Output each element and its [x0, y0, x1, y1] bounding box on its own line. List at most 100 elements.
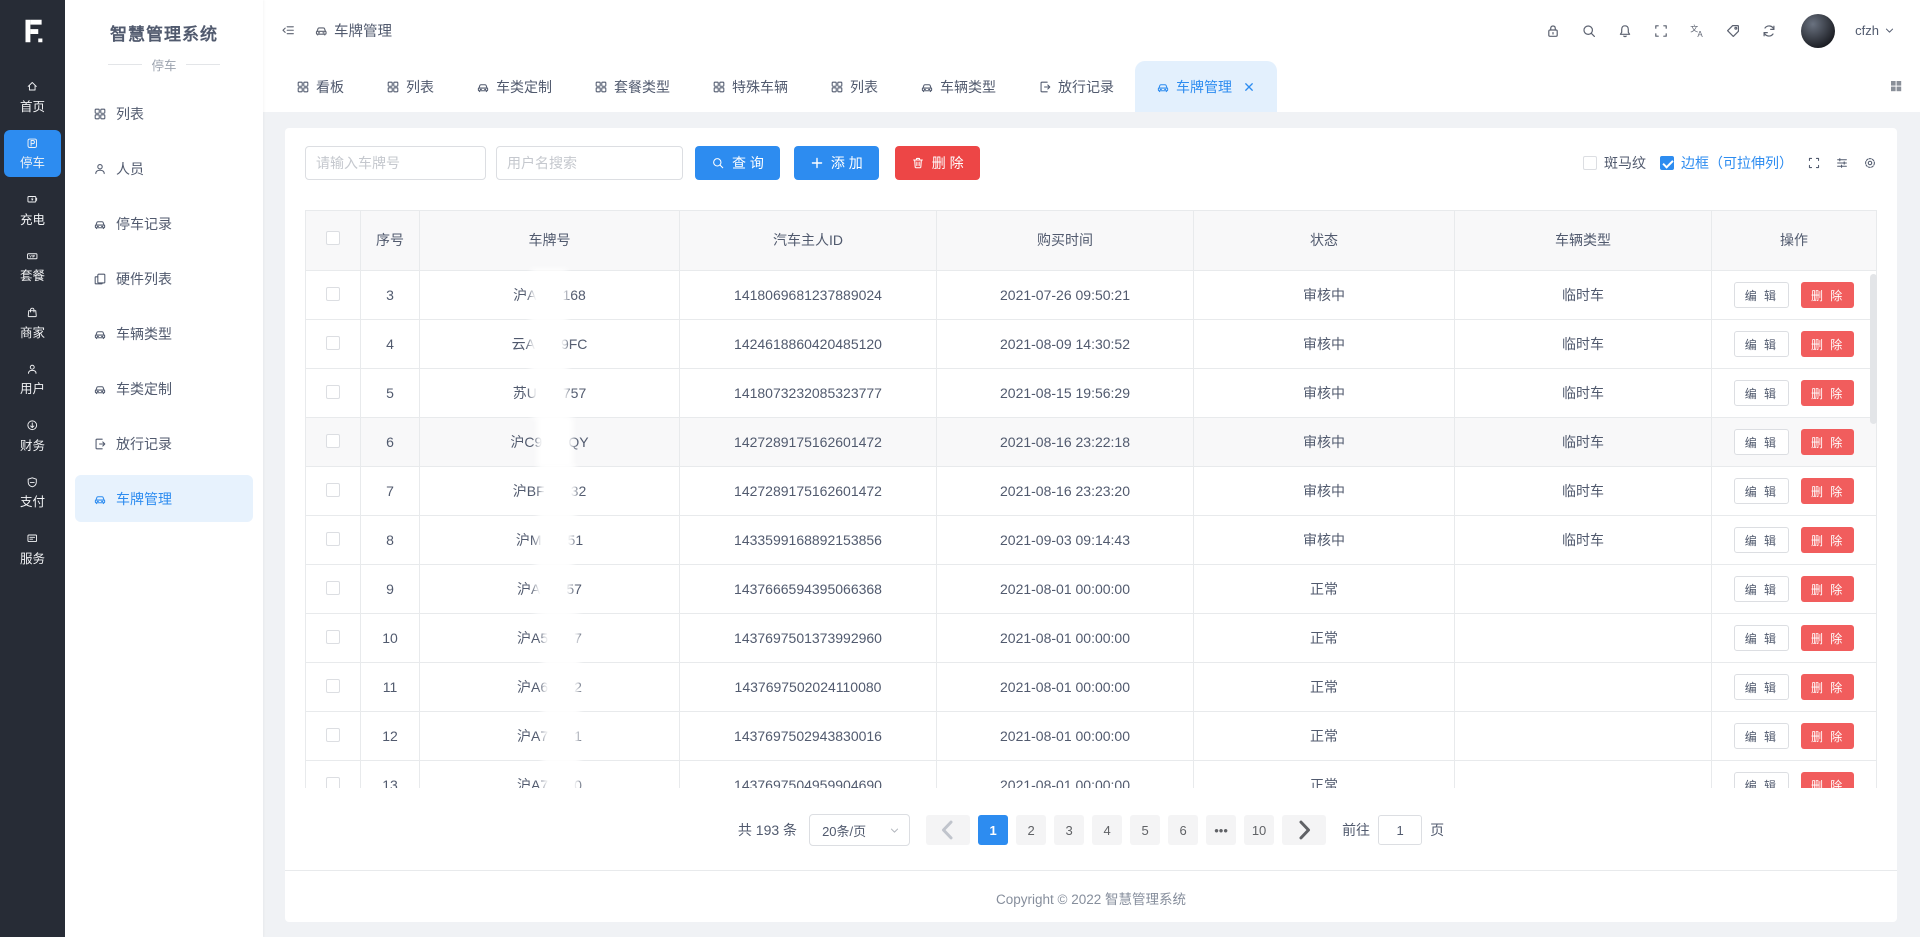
app-logo[interactable]: [0, 0, 65, 61]
edit-button[interactable]: 编 辑: [1734, 331, 1789, 357]
rail-item-parking[interactable]: 停车: [4, 130, 61, 178]
tab-layout-grid-icon[interactable]: [1888, 78, 1904, 99]
fullscreen-icon[interactable]: [1807, 156, 1821, 170]
edit-button[interactable]: 编 辑: [1734, 625, 1789, 651]
table-row: 6 沪C9QY 1427289175162601472 2021-08-16 2…: [306, 418, 1877, 467]
delete-button[interactable]: 删 除: [895, 146, 980, 180]
close-icon[interactable]: [1238, 80, 1256, 94]
page-button-5[interactable]: 5: [1130, 815, 1160, 845]
lock-icon[interactable]: [1545, 23, 1561, 39]
sidebar-item-vehicle-types[interactable]: 车辆类型: [65, 306, 263, 361]
edit-button[interactable]: 编 辑: [1734, 282, 1789, 308]
row-checkbox[interactable]: [326, 532, 340, 546]
row-checkbox[interactable]: [326, 483, 340, 497]
page-button-10[interactable]: 10: [1244, 815, 1274, 845]
row-checkbox[interactable]: [326, 287, 340, 301]
row-delete-button[interactable]: 删 除: [1801, 576, 1854, 602]
row-checkbox[interactable]: [326, 679, 340, 693]
prev-page-button[interactable]: [926, 815, 970, 845]
edit-button[interactable]: 编 辑: [1734, 723, 1789, 749]
tab-list-2[interactable]: 列表: [809, 61, 899, 112]
next-page-button[interactable]: [1282, 815, 1326, 845]
edit-button[interactable]: 编 辑: [1734, 674, 1789, 700]
row-delete-button[interactable]: 删 除: [1801, 625, 1854, 651]
tab-special-vehicles[interactable]: 特殊车辆: [691, 61, 809, 112]
rail-item-service[interactable]: 服务: [4, 525, 61, 573]
row-delete-button[interactable]: 删 除: [1801, 723, 1854, 749]
row-delete-button[interactable]: 删 除: [1801, 478, 1854, 504]
row-delete-button[interactable]: 删 除: [1801, 331, 1854, 357]
tab-dashboard[interactable]: 看板: [275, 61, 365, 112]
collapse-menu-icon[interactable]: [281, 23, 296, 38]
sidebar-item-plate-manage[interactable]: 车牌管理: [75, 475, 253, 522]
row-checkbox[interactable]: [326, 434, 340, 448]
edit-button[interactable]: 编 辑: [1734, 429, 1789, 455]
rail-item-finance[interactable]: 财务: [4, 412, 61, 460]
table-scrollbar-thumb[interactable]: [1870, 274, 1877, 424]
row-delete-button[interactable]: 删 除: [1801, 772, 1854, 788]
select-all-checkbox[interactable]: [326, 231, 340, 245]
add-button[interactable]: 添 加: [794, 146, 879, 180]
border-checkbox-box[interactable]: [1660, 156, 1674, 170]
rail-item-home[interactable]: 首页: [4, 73, 61, 121]
page-button-1[interactable]: 1: [978, 815, 1008, 845]
goto-page-input[interactable]: [1378, 815, 1422, 845]
row-delete-button[interactable]: 删 除: [1801, 429, 1854, 455]
row-delete-button[interactable]: 删 除: [1801, 674, 1854, 700]
tab-plate-manage[interactable]: 车牌管理: [1135, 61, 1277, 112]
row-checkbox[interactable]: [326, 728, 340, 742]
sidebar-item-staff[interactable]: 人员: [65, 141, 263, 196]
edit-button[interactable]: 编 辑: [1734, 772, 1789, 788]
rail-item-charge[interactable]: 充电: [4, 186, 61, 234]
fullscreen-icon[interactable]: [1653, 23, 1669, 39]
row-checkbox[interactable]: [326, 630, 340, 644]
edit-button[interactable]: 编 辑: [1734, 576, 1789, 602]
row-checkbox[interactable]: [326, 777, 340, 789]
search-icon[interactable]: [1581, 23, 1597, 39]
avatar[interactable]: [1801, 14, 1835, 48]
page-button-3[interactable]: 3: [1054, 815, 1084, 845]
tab-vehicle-types[interactable]: 车辆类型: [899, 61, 1017, 112]
edit-button[interactable]: 编 辑: [1734, 478, 1789, 504]
tab-package-types[interactable]: 套餐类型: [573, 61, 691, 112]
row-delete-button[interactable]: 删 除: [1801, 527, 1854, 553]
translate-icon[interactable]: 文A: [1689, 23, 1705, 39]
edit-button[interactable]: 编 辑: [1734, 527, 1789, 553]
page-button-6[interactable]: 6: [1168, 815, 1198, 845]
query-button[interactable]: 查 询: [695, 146, 780, 180]
row-checkbox[interactable]: [326, 385, 340, 399]
page-button-2[interactable]: 2: [1016, 815, 1046, 845]
refresh-icon[interactable]: [1761, 23, 1777, 39]
username-search-input[interactable]: [496, 146, 683, 180]
rail-item-pay[interactable]: 支付: [4, 469, 61, 517]
sidebar-item-car-custom[interactable]: 车类定制: [65, 361, 263, 416]
rail-item-package[interactable]: VIP套餐: [4, 243, 61, 291]
tab-list-1[interactable]: 列表: [365, 61, 455, 112]
tab-release-records[interactable]: 放行记录: [1017, 61, 1135, 112]
sidebar-item-list[interactable]: 列表: [65, 86, 263, 141]
bell-icon[interactable]: [1617, 23, 1633, 39]
row-delete-button[interactable]: 删 除: [1801, 380, 1854, 406]
row-delete-button[interactable]: 删 除: [1801, 282, 1854, 308]
page-button-4[interactable]: 4: [1092, 815, 1122, 845]
page-ellipsis[interactable]: •••: [1206, 815, 1236, 845]
gear-icon[interactable]: [1863, 156, 1877, 170]
column-settings-icon[interactable]: [1835, 156, 1849, 170]
tag-icon[interactable]: [1725, 23, 1741, 39]
user-menu[interactable]: cfzh: [1855, 23, 1896, 38]
sidebar-item-parking-records[interactable]: 停车记录: [65, 196, 263, 251]
plate-search-input[interactable]: [305, 146, 486, 180]
sidebar-item-hardware-list[interactable]: 硬件列表: [65, 251, 263, 306]
edit-button[interactable]: 编 辑: [1734, 380, 1789, 406]
border-checkbox[interactable]: 边框（可拉伸列）: [1660, 153, 1793, 173]
tab-car-custom[interactable]: 车类定制: [455, 61, 573, 112]
rail-item-merchant[interactable]: 商家: [4, 299, 61, 347]
cell-num: 7: [361, 467, 420, 516]
zebra-checkbox-box[interactable]: [1583, 156, 1597, 170]
row-checkbox[interactable]: [326, 336, 340, 350]
page-size-select[interactable]: 20条/页: [809, 814, 910, 846]
rail-item-user[interactable]: 用户: [4, 356, 61, 404]
zebra-checkbox[interactable]: 斑马纹: [1583, 153, 1646, 173]
sidebar-item-release-records[interactable]: 放行记录: [65, 416, 263, 471]
row-checkbox[interactable]: [326, 581, 340, 595]
